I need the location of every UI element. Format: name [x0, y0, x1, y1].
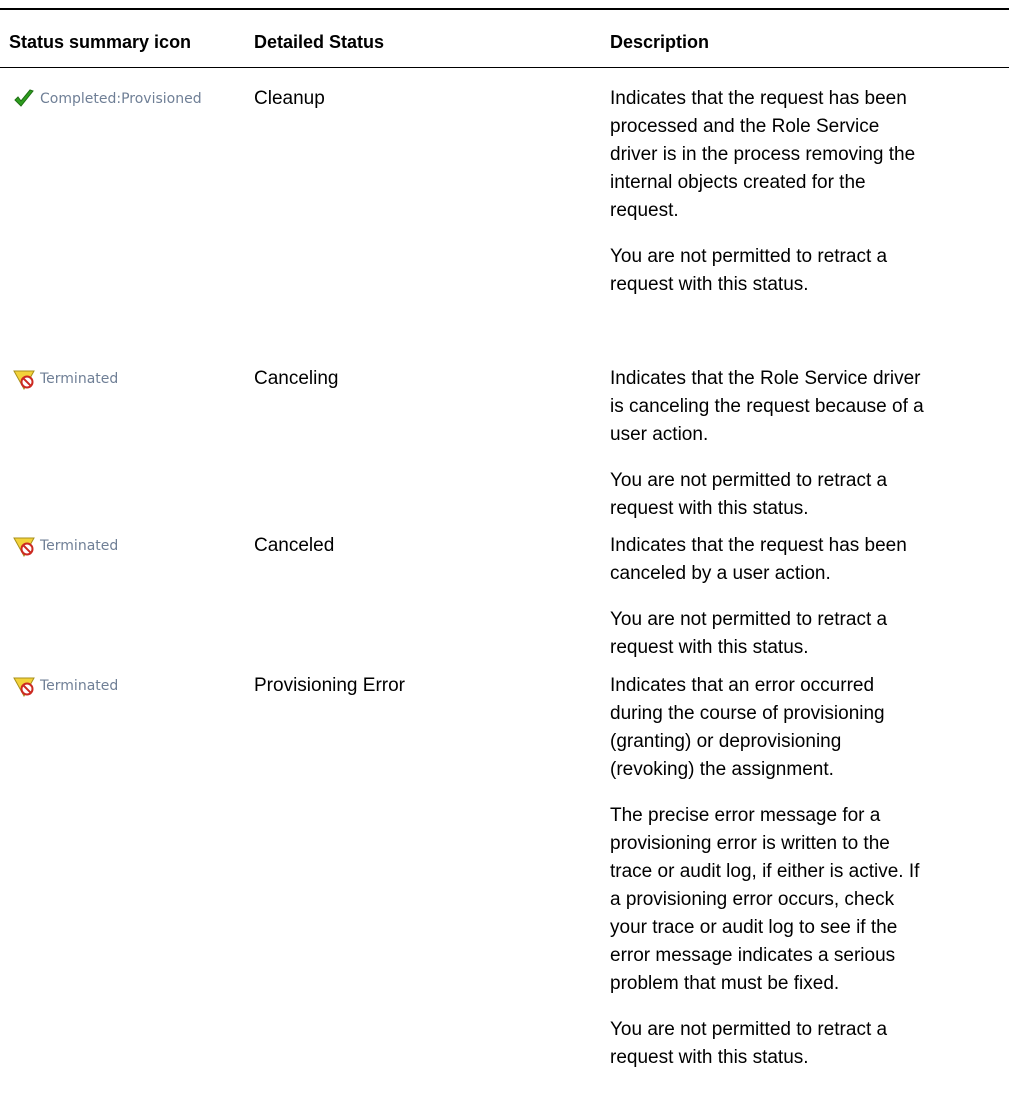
- description-paragraph: The precise error message for a provisio…: [610, 805, 920, 994]
- description-cell: Indicates that the request has been canc…: [610, 532, 1005, 680]
- status-label: Terminated: [40, 538, 119, 554]
- check-icon: [13, 88, 35, 110]
- status-summary-cell: Terminated: [13, 534, 118, 558]
- terminated-icon: [13, 535, 35, 557]
- table-top-rule: [0, 8, 1009, 10]
- detailed-status: Canceling: [254, 368, 339, 389]
- description-cell: Indicates that the request has been proc…: [610, 85, 1005, 317]
- table-header-rule: [0, 67, 1009, 68]
- status-label: Terminated: [40, 371, 119, 387]
- description-cell: Indicates that the Role Service driver i…: [610, 365, 1005, 541]
- description-paragraph: Indicates that the request has been canc…: [610, 535, 907, 584]
- detailed-status: Provisioning Error: [254, 675, 405, 696]
- detailed-status: Cleanup: [254, 88, 325, 109]
- status-label: Completed:Provisioned: [40, 91, 202, 107]
- header-status-summary-icon: Status summary icon: [9, 32, 192, 52]
- status-summary-cell: Terminated: [13, 367, 118, 391]
- header-description: Description: [610, 32, 710, 52]
- description-paragraph: You are not permitted to retract a reque…: [610, 609, 888, 658]
- description-paragraph: Indicates that the Role Service driver i…: [610, 368, 924, 445]
- header-detailed-status: Detailed Status: [254, 32, 385, 52]
- status-label: Terminated: [40, 678, 119, 694]
- description-cell: Indicates that an error occurred during …: [610, 672, 1005, 1090]
- detailed-status: Canceled: [254, 535, 335, 556]
- description-paragraph: You are not permitted to retract a reque…: [610, 1019, 888, 1068]
- description-paragraph: You are not permitted to retract a reque…: [610, 470, 888, 519]
- status-summary-cell: Terminated: [13, 674, 118, 698]
- terminated-icon: [13, 675, 35, 697]
- description-paragraph: Indicates that the request has been proc…: [610, 88, 916, 221]
- status-summary-cell: Completed:Provisioned: [13, 87, 202, 111]
- description-paragraph: You are not permitted to retract a reque…: [610, 246, 888, 295]
- description-paragraph: Indicates that an error occurred during …: [610, 675, 885, 780]
- terminated-icon: [13, 368, 35, 390]
